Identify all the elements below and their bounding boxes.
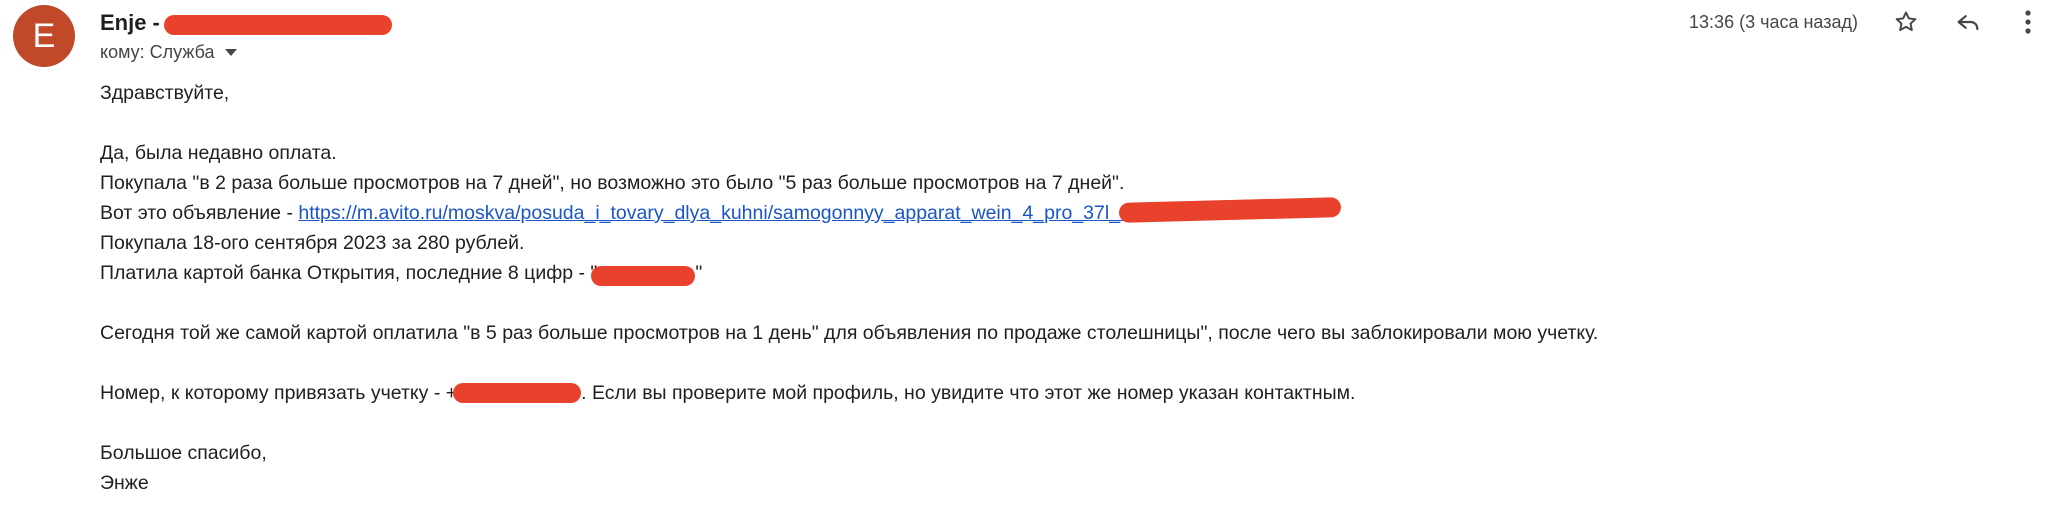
card-label: Платила картой банка Открытия, последние… [100, 262, 598, 284]
redaction-phone-number [453, 382, 582, 403]
redaction-card-digits [591, 265, 696, 286]
message-line-1: Да, была недавно оплата. [100, 142, 337, 164]
message-line-3: Вот это объявление - https://m.avito.ru/… [100, 196, 2000, 228]
sender-dash: - [152, 10, 160, 35]
star-icon[interactable] [1888, 4, 1924, 40]
listing-label: Вот это объявление - [100, 202, 299, 224]
listing-link[interactable]: https://m.avito.ru/moskva/posuda_i_tovar… [298, 202, 1131, 224]
phone-label: Номер, к которому привязать учетку - + [100, 382, 458, 404]
message-timestamp: 13:36 (3 часа назад) [1689, 11, 1858, 32]
sender-line: Enje - [100, 6, 392, 40]
avatar-letter: E [32, 16, 56, 55]
message-line-6: Сегодня той же самой картой оплатила "в … [100, 322, 1599, 344]
phone-note: . Если вы проверите мой профиль, но увид… [581, 382, 1356, 404]
closing: Большое спасибо, [100, 442, 267, 464]
caret-down-icon[interactable] [224, 48, 237, 56]
greeting: Здравствуйте, [100, 82, 230, 104]
recipient-details-toggle[interactable]: кому: Служба [100, 38, 237, 66]
redaction-link-tail [1118, 196, 1342, 223]
card-quote-close: " [695, 262, 703, 284]
signature: Энже [100, 472, 149, 494]
message-line-7: Номер, к которому привязать учетку - + . … [100, 378, 2000, 408]
message-line-4: Покупала 18-ого сентября 2023 за 280 руб… [100, 232, 525, 254]
message-body: Здравствуйте, Да, была недавно оплата. П… [100, 78, 2000, 498]
message-line-5: Платила картой банка Открытия, последние… [100, 258, 2000, 288]
sender-name[interactable]: Enje [100, 10, 146, 36]
reply-icon[interactable] [1950, 4, 1986, 40]
redaction-sender-email [163, 15, 392, 35]
sender-avatar[interactable]: E [13, 5, 75, 67]
more-vert-icon[interactable] [2010, 4, 2046, 40]
message-line-2: Покупала "в 2 раза больше просмотров на … [100, 172, 1125, 194]
recipient-label: кому: Служба [100, 41, 215, 62]
